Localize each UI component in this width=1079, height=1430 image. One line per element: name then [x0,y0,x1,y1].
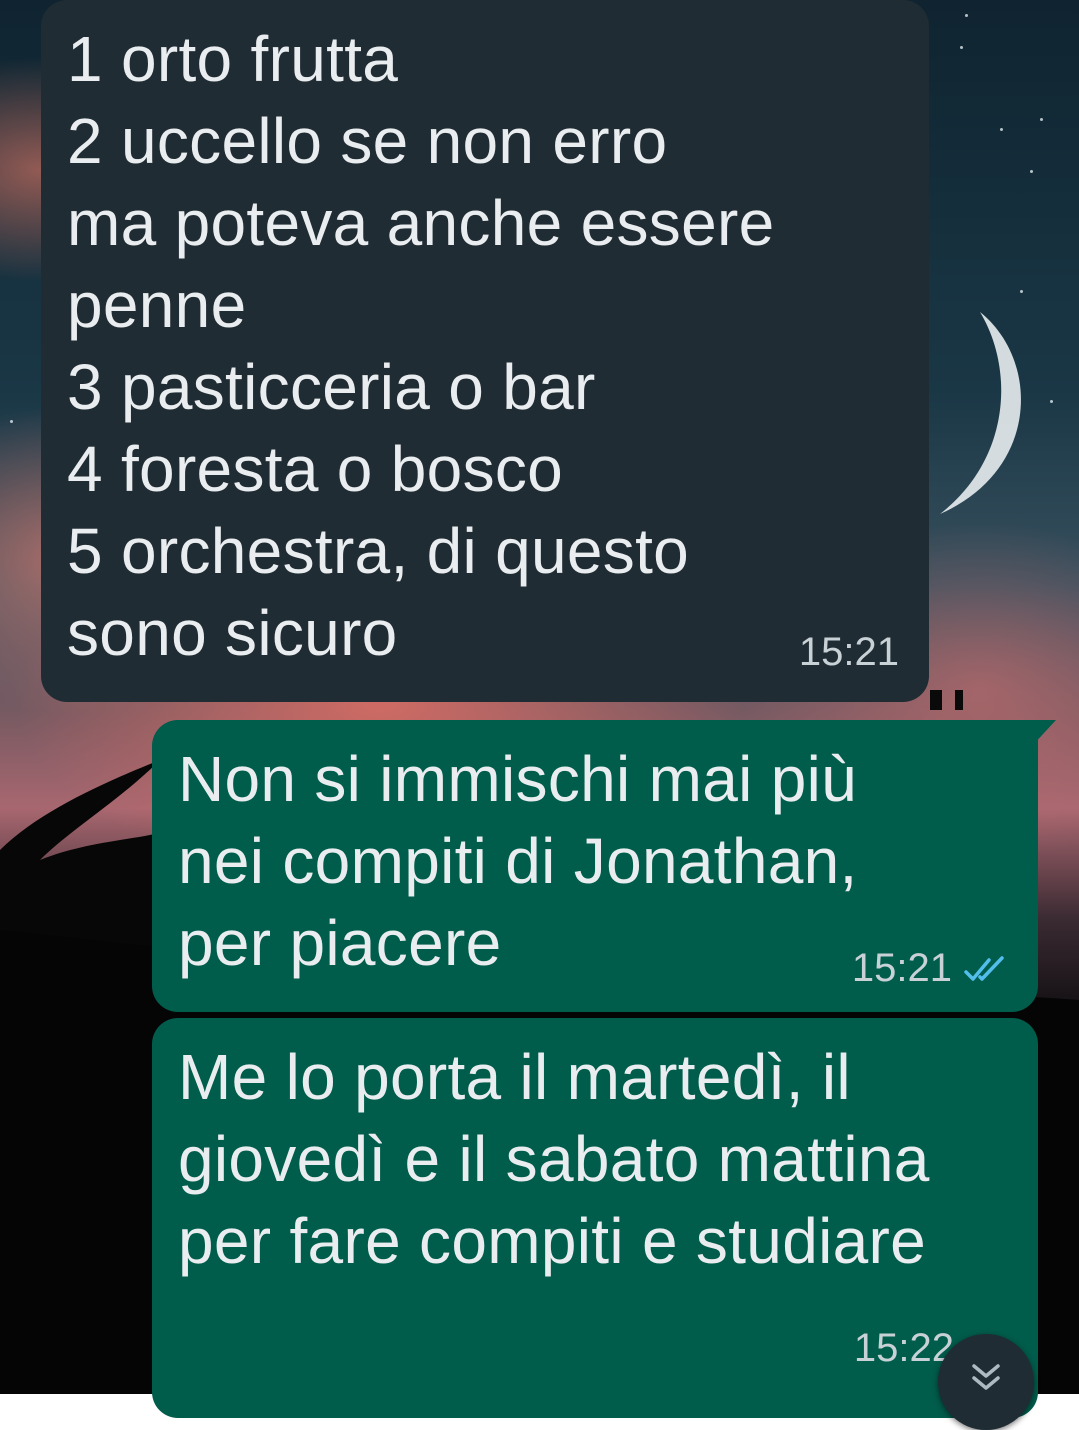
message-text: Me lo porta il martedì, il giovedì e il … [178,1041,930,1277]
message-meta: 15:21 [852,946,1008,991]
outgoing-message-bubble[interactable]: Me lo porta il martedì, il giovedì e il … [152,1018,1038,1418]
star [10,420,13,423]
message-text: Non si immischi mai più nei compiti di J… [178,743,858,979]
message-time: 15:21 [798,630,899,674]
star [1000,128,1003,131]
message-text: 1 orto frutta 2 uccello se non erro ma p… [67,23,775,669]
scroll-to-bottom-button[interactable] [938,1334,1034,1430]
star [965,14,968,17]
double-check-icon [962,954,1008,984]
star [1020,290,1023,293]
star [1030,170,1033,173]
message-meta: 15:22 [854,1326,954,1371]
message-time: 15:22 [853,1326,954,1370]
star [1040,118,1043,121]
bubble-tail [1032,720,1056,746]
star [1050,400,1053,403]
outgoing-message-bubble[interactable]: Non si immischi mai più nei compiti di J… [152,720,1056,1012]
message-time: 15:21 [851,946,952,990]
message-meta: 15:21 [799,630,899,675]
star [960,46,963,49]
incoming-message-bubble[interactable]: 1 orto frutta 2 uccello se non erro ma p… [41,0,929,702]
double-chevron-down-icon [972,1364,1000,1390]
